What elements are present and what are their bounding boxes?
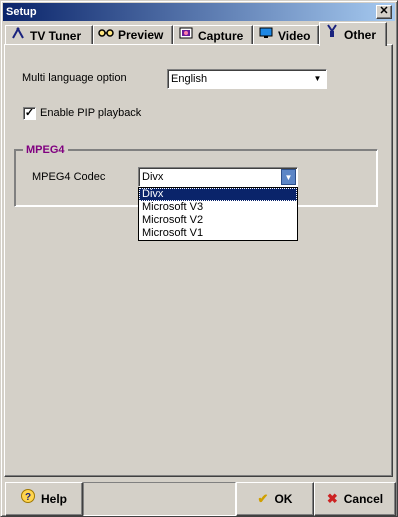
cancel-button[interactable]: ✖ Cancel [314,482,396,516]
tab-capture[interactable]: Capture [173,25,253,45]
ok-button-label: OK [274,492,293,506]
checkmark-icon: ✔ [257,491,269,506]
pip-label[interactable]: Enable PIP playback [40,107,141,119]
x-icon: ✖ [326,491,338,506]
setup-window: Setup ✕ TV Tuner Preview Capture Video O… [0,0,398,517]
codec-option-microsoft-v3[interactable]: Microsoft V3 [139,201,297,214]
tab-other-label: Other [344,28,377,42]
codec-dropdown-list: Divx Microsoft V3 Microsoft V2 Microsoft… [138,187,298,241]
cancel-button-label: Cancel [343,492,384,506]
checkmark-icon: ✓ [24,107,35,119]
chevron-down-icon[interactable]: ▼ [310,71,325,87]
antenna-icon [10,26,26,45]
button-bar-spacer [83,482,236,516]
monitor-icon [258,26,274,45]
chevron-down-icon[interactable]: ▼ [281,169,296,185]
tab-capture-label: Capture [198,29,244,43]
title-bar[interactable]: Setup ✕ [3,3,395,21]
codec-value: Divx [142,171,164,183]
codec-option-microsoft-v1[interactable]: Microsoft V1 [139,227,297,240]
codec-label: MPEG4 Codec [32,171,106,183]
tab-preview-label: Preview [118,28,164,42]
language-select[interactable]: English ▼ [167,69,327,89]
svg-text:?: ? [25,492,31,503]
glasses-icon [98,26,114,44]
pip-checkbox[interactable]: ✓ [23,107,36,120]
help-button-label: Help [40,492,67,506]
codec-option-microsoft-v2[interactable]: Microsoft V2 [139,214,297,227]
tab-video[interactable]: Video [253,25,319,45]
capture-icon [178,26,194,45]
close-icon: ✕ [379,5,389,17]
tools-icon [324,23,340,44]
close-button[interactable]: ✕ [376,5,392,19]
help-button[interactable]: ? Help [5,482,83,516]
ok-button[interactable]: ✔ OK [236,482,314,516]
tab-tv-tuner[interactable]: TV Tuner [5,25,93,45]
tab-video-label: Video [278,29,311,43]
mpeg4-group-title: MPEG4 [23,144,68,156]
language-value: English [171,73,208,85]
codec-select[interactable]: Divx ▼ [138,167,298,187]
codec-option-divx[interactable]: Divx [139,188,297,201]
tab-other[interactable]: Other [319,22,387,46]
window-title: Setup [6,6,37,18]
help-icon: ? [20,483,35,515]
tab-preview[interactable]: Preview [93,25,173,45]
language-label: Multi language option [22,72,127,84]
tab-tv-tuner-label: TV Tuner [30,29,82,43]
